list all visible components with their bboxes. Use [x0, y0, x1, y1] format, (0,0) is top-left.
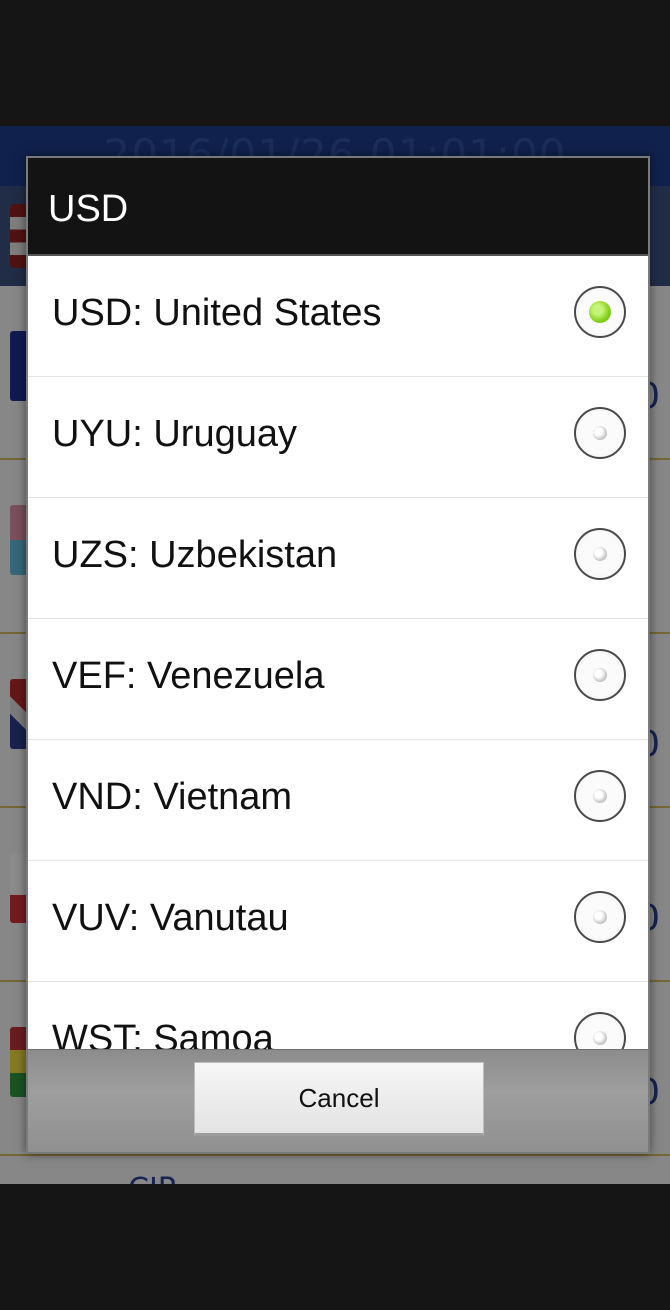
option-usd[interactable]: USD: United States	[28, 256, 648, 377]
option-label: UZS: Uzbekistan	[52, 534, 338, 576]
dialog-title: USD	[48, 188, 129, 230]
option-label: VUV: Vanutau	[52, 897, 289, 939]
screen: 2016/01/26 01:01:00 1000 0 0 0 0 CIP	[0, 0, 670, 1310]
currency-option-list[interactable]: USD: United States UYU: Uruguay UZS: Uzb…	[28, 256, 648, 1049]
status-bar-area	[0, 0, 670, 126]
dialog-button-bar: Cancel	[28, 1049, 648, 1152]
option-vef[interactable]: VEF: Venezuela	[28, 619, 648, 740]
option-uyu[interactable]: UYU: Uruguay	[28, 377, 648, 498]
radio-unselected-icon[interactable]	[574, 407, 626, 459]
option-vuv[interactable]: VUV: Vanutau	[28, 861, 648, 982]
option-wst[interactable]: WST: Samoa	[28, 982, 648, 1049]
option-label: VND: Vietnam	[52, 776, 293, 818]
currency-select-dialog: USD USD: United States UYU: Uruguay UZS:…	[26, 156, 650, 1154]
option-vnd[interactable]: VND: Vietnam	[28, 740, 648, 861]
radio-unselected-icon[interactable]	[574, 891, 626, 943]
radio-unselected-icon[interactable]	[574, 770, 626, 822]
option-uzs[interactable]: UZS: Uzbekistan	[28, 498, 648, 619]
radio-unselected-icon[interactable]	[574, 649, 626, 701]
option-label: WST: Samoa	[52, 1018, 274, 1049]
cancel-button[interactable]: Cancel	[194, 1062, 484, 1136]
option-label: VEF: Venezuela	[52, 655, 325, 697]
navigation-bar-area	[0, 1184, 670, 1310]
radio-selected-icon[interactable]	[574, 286, 626, 338]
radio-unselected-icon[interactable]	[574, 1012, 626, 1049]
dialog-title-bar: USD	[28, 158, 648, 256]
option-label: UYU: Uruguay	[52, 413, 297, 455]
radio-unselected-icon[interactable]	[574, 528, 626, 580]
option-label: USD: United States	[52, 292, 382, 334]
